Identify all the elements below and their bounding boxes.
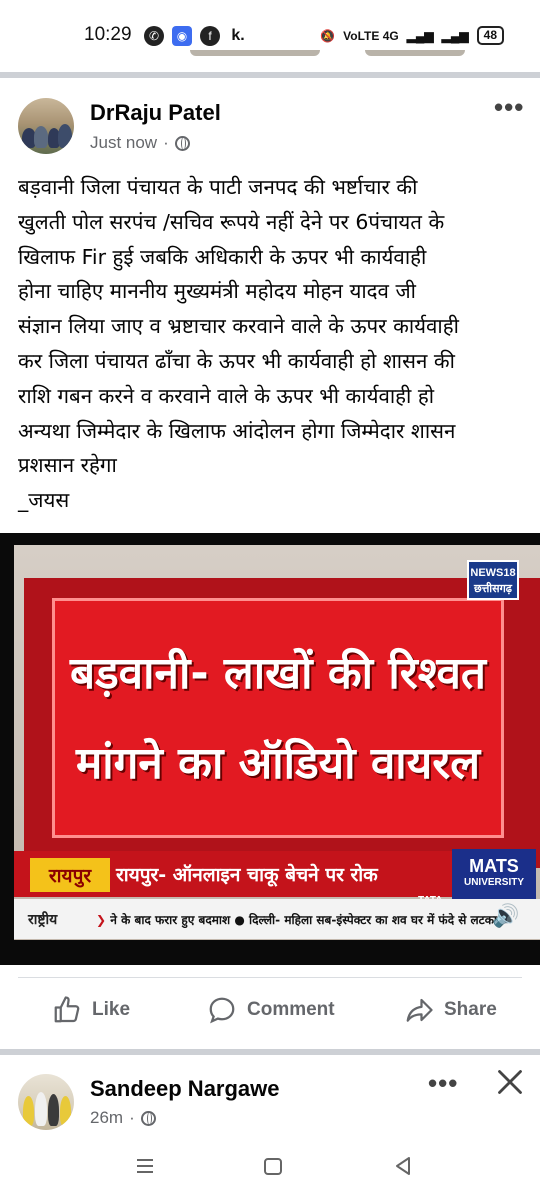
video-headline-line1: बड़वानी- लाखों की रिश्वत bbox=[70, 648, 486, 699]
like-label: Like bbox=[92, 999, 131, 1020]
bottom-ticker-text: ❯ ने के बाद फरार हुए बदमाश ● दिल्ली- महि… bbox=[96, 911, 497, 928]
share-label: Share bbox=[444, 999, 497, 1020]
next-more-options-icon[interactable]: ••• bbox=[428, 1068, 458, 1099]
channel-logo-top: NEWS18 bbox=[470, 567, 516, 579]
next-post-timestamp[interactable]: 26m bbox=[90, 1108, 123, 1128]
meta-separator: · bbox=[163, 133, 169, 152]
share-arrow-icon bbox=[406, 998, 433, 1022]
home-icon[interactable] bbox=[262, 1154, 284, 1178]
next-author-avatar[interactable] bbox=[18, 1074, 74, 1130]
back-icon[interactable] bbox=[392, 1154, 414, 1178]
ticker-city: रायपुर bbox=[30, 858, 110, 892]
recent-apps-icon[interactable] bbox=[134, 1154, 156, 1178]
signal-icon: ▂▄▆ bbox=[406, 28, 434, 43]
more-options-icon[interactable]: ••• bbox=[494, 92, 524, 123]
video-banner: बड़वानी- लाखों की रिश्वत मांगने का ऑडियो… bbox=[52, 598, 504, 838]
globe-icon bbox=[174, 135, 190, 151]
previous-post-edge-2 bbox=[365, 50, 465, 56]
next-author-name[interactable]: Sandeep Nargawe bbox=[90, 1076, 280, 1102]
share-button[interactable]: Share bbox=[404, 993, 497, 1027]
video-headline-line2: मांगने का ऑडियो वायरल bbox=[75, 738, 481, 789]
previous-post-edge bbox=[190, 50, 320, 56]
mute-icon: 🔕 bbox=[320, 28, 336, 43]
battery-indicator: 48 bbox=[476, 26, 504, 45]
channel-logo-bottom: छत्तीसगढ़ bbox=[474, 583, 512, 595]
bottom-ticker-label: राष्ट्रीय bbox=[28, 912, 58, 928]
speaker-icon[interactable]: 🔊 bbox=[492, 903, 519, 929]
signal-icon-2: ▂▄▆ bbox=[441, 28, 469, 43]
ticker-arrow-icon: ❯ bbox=[96, 913, 107, 927]
facebook-icon: f bbox=[200, 26, 220, 46]
meta-separator-2: · bbox=[129, 1108, 135, 1127]
like-button[interactable]: Like bbox=[52, 993, 130, 1027]
feed-divider bbox=[0, 72, 540, 78]
ticker-headline: रायपुर- ऑनलाइन चाकू बेचने पर रोक bbox=[116, 864, 378, 886]
status-bar: 10:29 ✆ ◉ f k. 🔕 VoLTE 4G ▂▄▆ ▂▄▆ 48 bbox=[0, 0, 540, 72]
system-indicators: 🔕 VoLTE 4G ▂▄▆ ▂▄▆ 48 bbox=[320, 26, 504, 45]
post-timestamp[interactable]: Just now bbox=[90, 133, 157, 153]
video-player[interactable]: बड़वानी- लाखों की रिश्वत मांगने का ऑडियो… bbox=[0, 533, 540, 965]
sponsor-name: MATS bbox=[469, 856, 519, 876]
next-post-meta: 26m · bbox=[90, 1108, 156, 1128]
post-meta: Just now · bbox=[90, 133, 190, 153]
comment-button[interactable]: Comment bbox=[207, 993, 335, 1027]
whatsapp-icon: ✆ bbox=[144, 26, 164, 46]
channel-logo: NEWS18 छत्तीसगढ़ bbox=[467, 560, 519, 600]
bottom-ticker-scroll: ने के बाद फरार हुए बदमाश ● दिल्ली- महिला… bbox=[110, 913, 498, 927]
actions-divider bbox=[18, 977, 522, 978]
thumbs-up-icon bbox=[54, 996, 80, 1023]
k-icon: k. bbox=[231, 27, 245, 44]
broadcast-icon: ◉ bbox=[172, 26, 192, 46]
close-icon[interactable] bbox=[496, 1068, 524, 1096]
post-text: बड़वानी जिला पंचायत के पाटी जनपद की भर्ष… bbox=[18, 175, 459, 513]
sponsor-sub: UNIVERSITY bbox=[463, 877, 524, 888]
comment-bubble-icon bbox=[209, 997, 235, 1024]
network-label: VoLTE 4G bbox=[343, 28, 399, 43]
author-avatar[interactable] bbox=[18, 98, 74, 154]
notification-icons: ✆ ◉ f k. bbox=[144, 26, 248, 46]
comment-label: Comment bbox=[247, 999, 335, 1020]
feed-divider-2 bbox=[0, 1049, 540, 1055]
status-time: 10:29 bbox=[84, 24, 132, 45]
author-name[interactable]: DrRaju Patel bbox=[90, 100, 221, 126]
globe-icon-2 bbox=[140, 1110, 156, 1126]
